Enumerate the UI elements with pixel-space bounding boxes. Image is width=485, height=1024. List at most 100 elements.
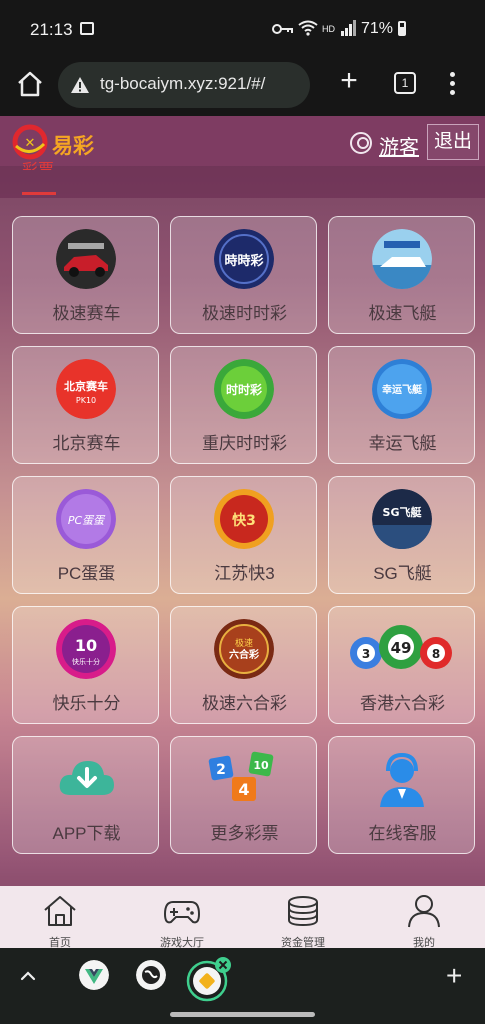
ball-number: 3 xyxy=(362,647,370,661)
game-label: 极速赛车 xyxy=(52,304,121,323)
jiangsu-dice-icon: 快3 xyxy=(214,489,274,549)
game-label: 重庆时时彩 xyxy=(202,434,287,453)
game-card-sg-airship[interactable]: SG飞艇 SG飞艇 xyxy=(328,476,475,594)
not-secure-warning-icon[interactable] xyxy=(70,76,90,94)
game-card-speed-racing[interactable]: 极速赛车 xyxy=(12,216,159,334)
status-bar: 21:13 HD 71% xyxy=(0,0,485,56)
svg-text:✕: ✕ xyxy=(25,136,36,151)
icon-subtext: PK10 xyxy=(76,396,96,405)
hongkong-mark-six-icon: 3 49 8 xyxy=(350,625,452,669)
beijing-racing-icon: 北京赛车 PK10 xyxy=(56,359,116,419)
browser-toolbar: tg-bocaiym.xyz:921/#/ + 1 xyxy=(0,56,485,116)
home-icon xyxy=(44,896,76,926)
nav-game-hall[interactable]: 游戏大厅 xyxy=(134,886,230,949)
lucky-airship-icon: 幸运飞艇 xyxy=(372,359,432,419)
icon-subtext: 六合彩 xyxy=(229,648,259,661)
nav-funds[interactable]: 资金管理 xyxy=(255,886,351,949)
racing-car-icon xyxy=(56,229,116,289)
icon-subtext: 快乐十分 xyxy=(72,657,100,666)
game-card-lucky-airship[interactable]: 幸运飞艇 幸运飞艇 xyxy=(328,346,475,464)
speed-boat-icon xyxy=(372,229,432,289)
icon-text: 時時彩 xyxy=(224,253,263,269)
active-tab-indicator xyxy=(22,192,56,195)
chongqing-lottery-icon: 时时彩 xyxy=(214,359,274,419)
url-text[interactable]: tg-bocaiym.xyz:921/#/ xyxy=(100,74,265,94)
game-label: PC蛋蛋 xyxy=(57,564,116,583)
game-label: 江苏快3 xyxy=(214,564,275,583)
battery-percent: 71% xyxy=(360,20,393,37)
game-label: 幸运飞艇 xyxy=(368,434,437,453)
game-card-jiangsu-k3[interactable]: 快3 江苏快3 xyxy=(170,476,317,594)
icon-text: PC蛋蛋 xyxy=(68,514,106,527)
tile-number: 10 xyxy=(253,759,269,772)
status-time: 21:13 xyxy=(30,20,73,39)
game-grid: 极速赛车 時時彩 极速时时彩 极速飞艇 北京赛车 PK10 北京赛车 时时彩 重… xyxy=(0,198,485,948)
game-label: 极速时时彩 xyxy=(202,304,287,323)
add-app-button[interactable]: + xyxy=(446,962,462,990)
browser-menu-icon[interactable] xyxy=(444,70,460,98)
game-card-pc-egg[interactable]: PC蛋蛋 PC蛋蛋 xyxy=(12,476,159,594)
game-label: 极速六合彩 xyxy=(202,694,287,713)
nav-profile[interactable]: 我的 xyxy=(376,886,472,949)
game-card-beijing-racing[interactable]: 北京赛车 PK10 北京赛车 xyxy=(12,346,159,464)
vue-app-icon[interactable] xyxy=(79,960,109,990)
ball-number: 8 xyxy=(432,647,440,661)
gesture-handle[interactable] xyxy=(170,1012,315,1017)
game-label: 香港六合彩 xyxy=(360,694,445,713)
active-app-icon[interactable] xyxy=(186,956,232,1002)
signal-icon xyxy=(341,20,356,36)
game-card-app-download[interactable]: APP下载 xyxy=(12,736,159,854)
guest-link[interactable]: 游客 xyxy=(379,131,419,160)
category-tab-strip xyxy=(0,166,485,198)
system-taskbar: + xyxy=(0,948,485,1024)
game-label: APP下载 xyxy=(52,824,121,843)
game-card-happy-ten[interactable]: 10 快乐十分 快乐十分 xyxy=(12,606,159,724)
game-card-chongqing-lottery[interactable]: 时时彩 重庆时时彩 xyxy=(170,346,317,464)
game-card-customer-service[interactable]: 在线客服 xyxy=(328,736,475,854)
icon-text: 极速 xyxy=(235,637,253,649)
game-label: 快乐十分 xyxy=(52,694,121,713)
cloud-download-icon xyxy=(59,761,114,795)
logo-text[interactable]: 易彩 xyxy=(52,130,94,160)
more-lottery-icon: 2 10 4 xyxy=(208,751,274,801)
sg-airship-icon: SG飞艇 xyxy=(372,489,432,549)
web-page: ✕ 易彩 游客 退出 彩票 极速赛车 時時彩 极速时时彩 xyxy=(0,116,485,948)
tile-number: 4 xyxy=(238,780,249,799)
icon-text: 时时彩 xyxy=(226,382,262,397)
logout-button[interactable]: 退出 xyxy=(427,124,479,160)
speed-lottery-icon: 時時彩 xyxy=(214,229,274,289)
globe-app-icon[interactable] xyxy=(136,960,166,990)
game-card-hongkong-mark-six[interactable]: 3 49 8 香港六合彩 xyxy=(328,606,475,724)
site-header: ✕ 易彩 游客 退出 xyxy=(0,116,485,166)
ball-number: 49 xyxy=(391,639,412,657)
address-bar[interactable]: tg-bocaiym.xyz:921/#/ xyxy=(58,62,310,108)
tile-number: 2 xyxy=(216,762,226,778)
game-card-more-lottery[interactable]: 2 10 4 更多彩票 xyxy=(170,736,317,854)
gamepad-icon xyxy=(164,901,200,924)
game-card-speed-boat[interactable]: 极速飞艇 xyxy=(328,216,475,334)
game-label: 在线客服 xyxy=(368,824,437,843)
key-icon xyxy=(272,24,293,34)
game-card-speed-lottery[interactable]: 時時彩 极速时时彩 xyxy=(170,216,317,334)
icon-text: 北京赛车 xyxy=(64,379,108,393)
game-label: 北京赛车 xyxy=(52,434,121,453)
battery-icon xyxy=(398,21,406,36)
wifi-icon xyxy=(298,20,318,36)
image-notification-icon xyxy=(80,22,94,35)
profile-icon xyxy=(408,895,440,928)
icon-text: 快3 xyxy=(232,512,256,529)
chevron-up-icon[interactable] xyxy=(18,966,38,986)
happy-ten-icon: 10 快乐十分 xyxy=(56,619,116,679)
icon-text: 10 xyxy=(75,636,97,655)
browser-home-icon[interactable] xyxy=(14,68,46,100)
tab-lottery[interactable]: 彩票 xyxy=(22,156,54,170)
game-card-speed-mark-six[interactable]: 极速 六合彩 极速六合彩 xyxy=(170,606,317,724)
game-label: 极速飞艇 xyxy=(368,304,437,323)
game-label: 更多彩票 xyxy=(210,824,279,843)
new-tab-button[interactable]: + xyxy=(334,66,364,96)
logo-icon[interactable]: ✕ xyxy=(10,124,50,160)
nav-home[interactable]: 首页 xyxy=(12,886,108,949)
user-icon xyxy=(350,132,372,154)
tab-switcher-button[interactable]: 1 xyxy=(394,72,416,94)
pc-egg-icon: PC蛋蛋 xyxy=(56,489,116,549)
